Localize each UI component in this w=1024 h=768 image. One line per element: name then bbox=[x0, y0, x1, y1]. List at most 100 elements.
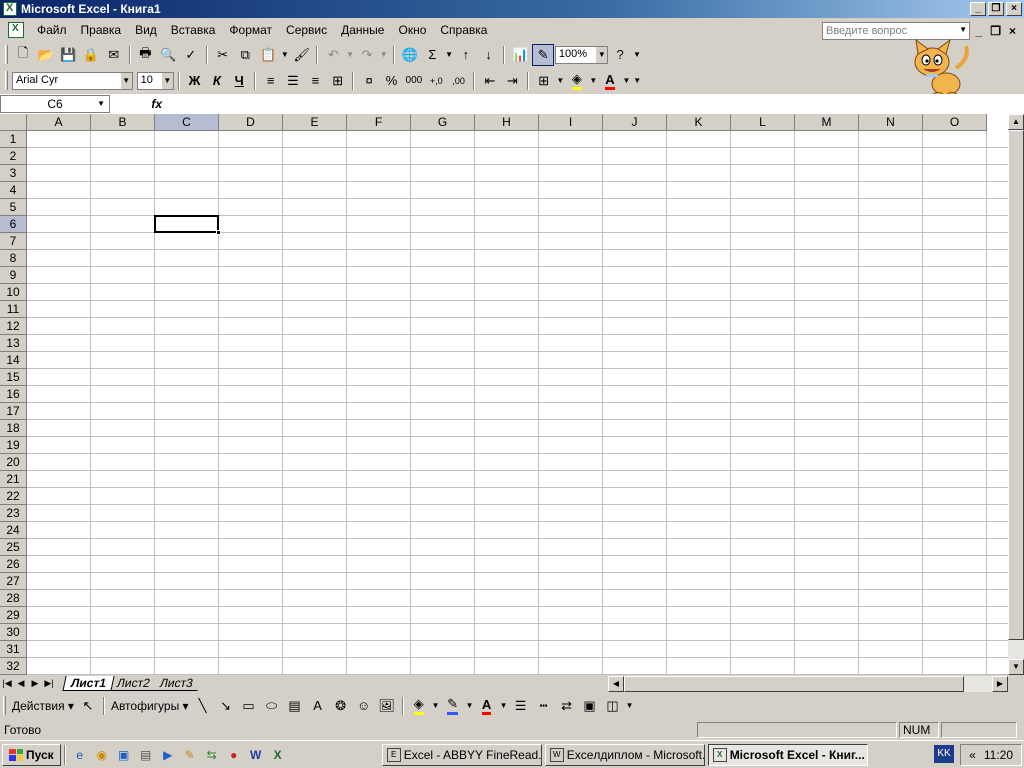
sheet-tab-1[interactable]: Лист1 bbox=[62, 676, 115, 691]
column-header-m[interactable]: M bbox=[795, 114, 859, 131]
menu-window[interactable]: Окно bbox=[391, 19, 433, 41]
tools-icon[interactable]: ✎ bbox=[181, 746, 199, 764]
help-icon[interactable]: ? bbox=[609, 44, 631, 66]
menu-format[interactable]: Формат bbox=[222, 19, 279, 41]
clock[interactable]: 11:20 bbox=[984, 748, 1013, 762]
permission-icon[interactable]: 🔒 bbox=[80, 44, 102, 66]
open-icon[interactable]: 📂 bbox=[35, 44, 57, 66]
windows-media-icon[interactable]: ▶ bbox=[159, 746, 177, 764]
arrow-style-icon[interactable]: ⇄ bbox=[556, 695, 578, 717]
font-color-icon[interactable]: A bbox=[599, 70, 620, 92]
fill-handle[interactable] bbox=[216, 230, 221, 235]
row-header-3[interactable]: 3 bbox=[0, 165, 27, 182]
fill-color-dropdown-icon[interactable]: ▼ bbox=[589, 70, 599, 92]
autoshapes-menu[interactable]: Автофигуры ▾ bbox=[109, 699, 191, 713]
save-icon[interactable]: 💾 bbox=[57, 44, 79, 66]
print-preview-icon[interactable]: 🔍 bbox=[157, 44, 179, 66]
chart-wizard-icon[interactable]: 📊 bbox=[509, 44, 531, 66]
rectangle-icon[interactable]: ▭ bbox=[238, 695, 260, 717]
start-button[interactable]: Пуск bbox=[2, 743, 61, 766]
scroll-left-icon[interactable]: ◀ bbox=[608, 676, 624, 692]
merge-center-icon[interactable]: ⊞ bbox=[327, 70, 348, 92]
language-indicator[interactable]: KK bbox=[934, 745, 954, 763]
row-header-13[interactable]: 13 bbox=[0, 335, 27, 352]
email-icon[interactable]: ✉ bbox=[103, 44, 125, 66]
column-header-o[interactable]: O bbox=[923, 114, 987, 131]
row-header-14[interactable]: 14 bbox=[0, 352, 27, 369]
autosum-icon[interactable]: Σ bbox=[421, 44, 443, 66]
chevron-down-icon[interactable]: ▼ bbox=[959, 25, 967, 34]
paste-icon[interactable]: 📋 bbox=[257, 44, 279, 66]
row-header-28[interactable]: 28 bbox=[0, 590, 27, 607]
row-header-11[interactable]: 11 bbox=[0, 301, 27, 318]
row-header-25[interactable]: 25 bbox=[0, 539, 27, 556]
excel-app-icon[interactable] bbox=[3, 2, 17, 16]
oval-icon[interactable]: ⬭ bbox=[261, 695, 283, 717]
clip-art-icon[interactable]: ☺ bbox=[353, 695, 375, 717]
currency-icon[interactable]: ¤ bbox=[358, 70, 379, 92]
worksheet-grid[interactable]: ABCDEFGHIJKLMNO 1 2 3 4 5 6 7 8 9 10 11 12 13 14 15 16 1… bbox=[0, 114, 1008, 675]
dash-style-icon[interactable]: ┅ bbox=[533, 695, 555, 717]
doc-close-button[interactable]: × bbox=[1009, 24, 1016, 38]
doc-minimize-button[interactable]: _ bbox=[976, 24, 983, 38]
row-header-23[interactable]: 23 bbox=[0, 505, 27, 522]
chevron-down-icon[interactable]: ▼ bbox=[97, 96, 105, 112]
network-icon[interactable]: ⇆ bbox=[203, 746, 221, 764]
restore-button[interactable]: ❐ bbox=[988, 2, 1004, 16]
column-header-f[interactable]: F bbox=[347, 114, 411, 131]
menu-file[interactable]: Файл bbox=[30, 19, 74, 41]
row-header-27[interactable]: 27 bbox=[0, 573, 27, 590]
row-header-22[interactable]: 22 bbox=[0, 488, 27, 505]
toolbar-grip[interactable] bbox=[5, 45, 8, 64]
taskbar-button-word[interactable]: W Exceлдиплом - Microsoft... bbox=[544, 743, 705, 766]
column-header-d[interactable]: D bbox=[219, 114, 283, 131]
taskbar-button-excel[interactable]: X Microsoft Excel - Книг... bbox=[707, 743, 868, 766]
row-header-32[interactable]: 32 bbox=[0, 658, 27, 675]
row-header-8[interactable]: 8 bbox=[0, 250, 27, 267]
sheet-tab-2[interactable]: Лист2 bbox=[109, 676, 158, 691]
tray-expand-icon[interactable]: « bbox=[969, 748, 976, 762]
wordart-icon[interactable]: A bbox=[307, 695, 329, 717]
zoom-select[interactable]: 100% ▼ bbox=[554, 45, 609, 64]
font-color-dropdown-icon[interactable]: ▼ bbox=[622, 70, 632, 92]
vertical-scroll-thumb[interactable] bbox=[1008, 130, 1024, 640]
align-right-icon[interactable]: ≡ bbox=[305, 70, 326, 92]
taskbar-button-finereader[interactable]: E Excel - ABBYY FineRead... bbox=[381, 743, 542, 766]
scroll-up-icon[interactable]: ▲ bbox=[1008, 114, 1024, 130]
horizontal-scroll-thumb[interactable] bbox=[624, 676, 964, 692]
toolbar-options-icon[interactable]: ▼ bbox=[625, 695, 635, 717]
scroll-down-icon[interactable]: ▼ bbox=[1008, 659, 1024, 675]
toolbar-options-icon[interactable]: ▼ bbox=[632, 70, 642, 92]
paste-dropdown-icon[interactable]: ▼ bbox=[280, 44, 290, 66]
increase-decimal-icon[interactable]: +,0 bbox=[426, 70, 447, 92]
close-button[interactable]: × bbox=[1006, 2, 1022, 16]
percent-button[interactable]: % bbox=[381, 70, 402, 92]
formula-input[interactable] bbox=[166, 95, 1024, 113]
row-header-4[interactable]: 4 bbox=[0, 182, 27, 199]
next-sheet-icon[interactable]: ▶ bbox=[28, 678, 42, 689]
redo-icon[interactable]: ↷ bbox=[356, 44, 378, 66]
doc-restore-button[interactable]: ❐ bbox=[990, 24, 1001, 38]
opera-icon[interactable]: ● bbox=[225, 746, 243, 764]
undo-icon[interactable]: ↶ bbox=[322, 44, 344, 66]
shadow-style-icon[interactable]: ▣ bbox=[579, 695, 601, 717]
row-header-18[interactable]: 18 bbox=[0, 420, 27, 437]
select-objects-icon[interactable]: ↖ bbox=[77, 695, 99, 717]
row-header-29[interactable]: 29 bbox=[0, 607, 27, 624]
sheet-tab-3[interactable]: Лист3 bbox=[152, 676, 201, 691]
autosum-dropdown-icon[interactable]: ▼ bbox=[444, 44, 454, 66]
decrease-indent-icon[interactable]: ⇤ bbox=[479, 70, 500, 92]
chevron-down-icon[interactable]: ▼ bbox=[160, 72, 173, 89]
column-header-e[interactable]: E bbox=[283, 114, 347, 131]
internet-explorer-icon[interactable]: e bbox=[71, 746, 89, 764]
thousands-button[interactable]: 000 bbox=[403, 70, 424, 92]
fill-color-icon[interactable]: ◈ bbox=[566, 70, 587, 92]
line-color-icon[interactable]: ✎ bbox=[442, 695, 464, 717]
word-icon[interactable]: W bbox=[247, 746, 265, 764]
line-icon[interactable]: ╲ bbox=[192, 695, 214, 717]
notepad-icon[interactable]: ▤ bbox=[137, 746, 155, 764]
row-header-5[interactable]: 5 bbox=[0, 199, 27, 216]
column-header-j[interactable]: J bbox=[603, 114, 667, 131]
column-header-i[interactable]: I bbox=[539, 114, 603, 131]
vertical-scrollbar[interactable]: ▲ ▼ bbox=[1008, 114, 1024, 675]
